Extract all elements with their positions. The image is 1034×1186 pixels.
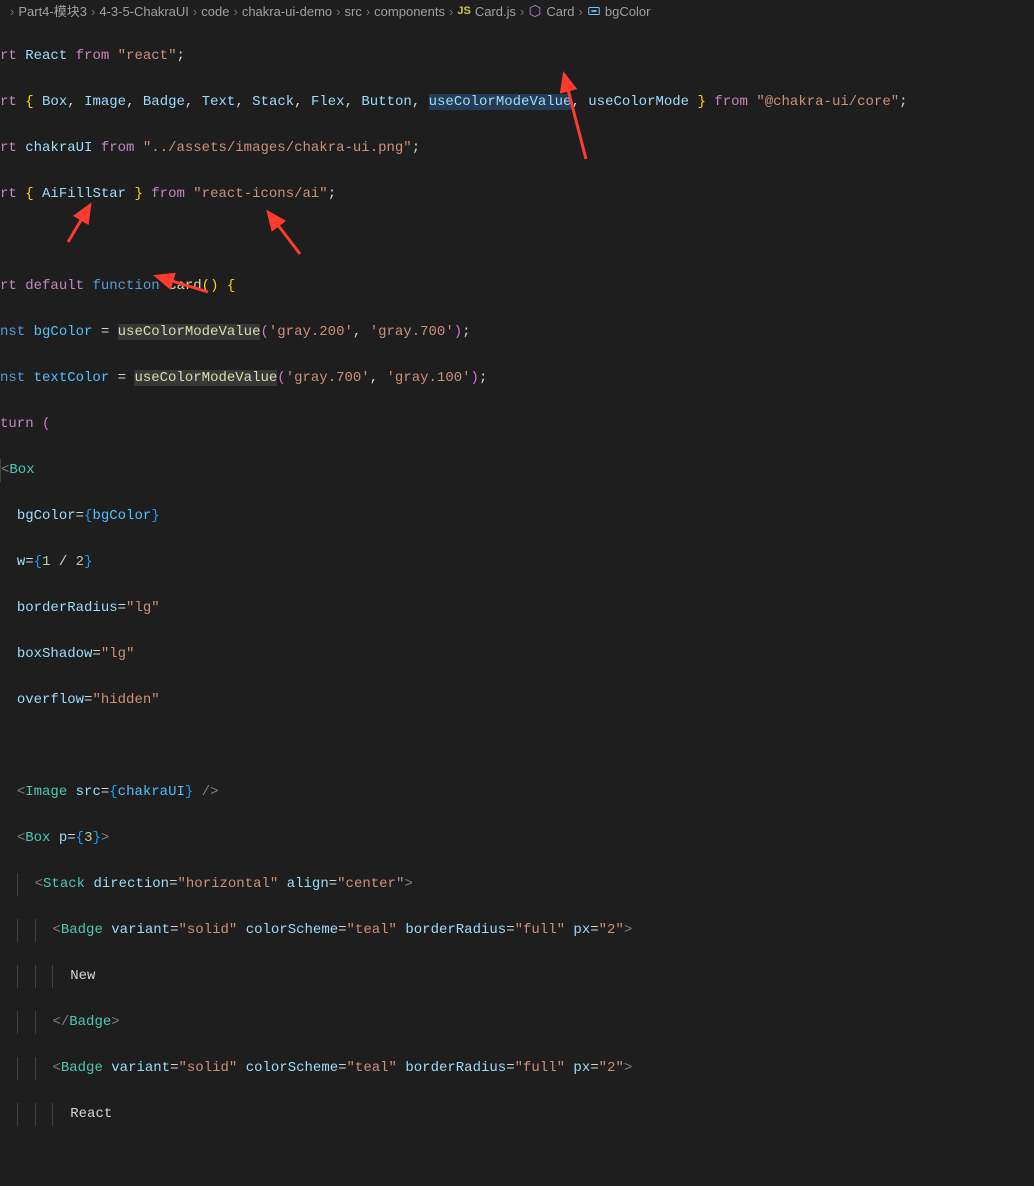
code-line: rt chakraUI from "../assets/images/chakr… (0, 137, 1034, 160)
code-line: React (0, 1103, 1034, 1126)
chevron-right-icon: › (366, 0, 370, 23)
chevron-right-icon: › (579, 0, 583, 23)
breadcrumb: › Part4-模块3 › 4-3-5-ChakraUI › code › ch… (0, 0, 1034, 22)
chevron-right-icon: › (520, 0, 524, 23)
breadcrumb-item[interactable]: Part4-模块3 (18, 0, 87, 23)
code-line: rt { AiFillStar } from "react-icons/ai"; (0, 183, 1034, 206)
code-line: </Badge> (0, 1011, 1034, 1034)
code-line: overflow="hidden" (0, 689, 1034, 712)
code-line: bgColor={bgColor} (0, 505, 1034, 528)
chevron-right-icon: › (233, 0, 237, 23)
code-line: w={1 / 2} (0, 551, 1034, 574)
breadcrumb-item[interactable]: Card (546, 0, 574, 23)
code-line: <Badge variant="solid" colorScheme="teal… (0, 919, 1034, 942)
breadcrumb-item[interactable]: src (344, 0, 361, 23)
cube-icon (528, 4, 542, 18)
breadcrumb-item[interactable]: components (374, 0, 445, 23)
chevron-right-icon: › (336, 0, 340, 23)
code-line: borderRadius="lg" (0, 597, 1034, 620)
constant-icon (587, 4, 601, 18)
chevron-right-icon: › (10, 0, 14, 23)
chevron-right-icon: › (193, 0, 197, 23)
breadcrumb-item[interactable]: code (201, 0, 229, 23)
code-line: <Image src={chakraUI} /> (0, 781, 1034, 804)
code-line: boxShadow="lg" (0, 643, 1034, 666)
code-line: <Box (0, 459, 1034, 482)
code-line: rt React from "react"; (0, 45, 1034, 68)
code-line: <Badge variant="solid" colorScheme="teal… (0, 1057, 1034, 1080)
breadcrumb-item[interactable]: bgColor (605, 0, 651, 23)
code-line: rt default function Card() { (0, 275, 1034, 298)
code-line (0, 735, 1034, 758)
selected-text: useColorModeValue (429, 94, 572, 110)
code-line: rt { Box, Image, Badge, Text, Stack, Fle… (0, 91, 1034, 114)
code-line: nst bgColor = useColorModeValue('gray.20… (0, 321, 1034, 344)
code-line: <Box p={3}> (0, 827, 1034, 850)
code-line: nst textColor = useColorModeValue('gray.… (0, 367, 1034, 390)
breadcrumb-item[interactable]: 4-3-5-ChakraUI (99, 0, 189, 23)
code-editor[interactable]: rt React from "react"; rt { Box, Image, … (0, 22, 1034, 1186)
code-line: turn ( (0, 413, 1034, 436)
code-line (0, 229, 1034, 252)
code-line: <Stack direction="horizontal" align="cen… (0, 873, 1034, 896)
chevron-right-icon: › (449, 0, 453, 23)
code-line: New (0, 965, 1034, 988)
js-file-icon: JS (457, 0, 470, 23)
breadcrumb-item[interactable]: Card.js (475, 0, 516, 23)
chevron-right-icon: › (91, 0, 95, 23)
breadcrumb-item[interactable]: chakra-ui-demo (242, 0, 332, 23)
